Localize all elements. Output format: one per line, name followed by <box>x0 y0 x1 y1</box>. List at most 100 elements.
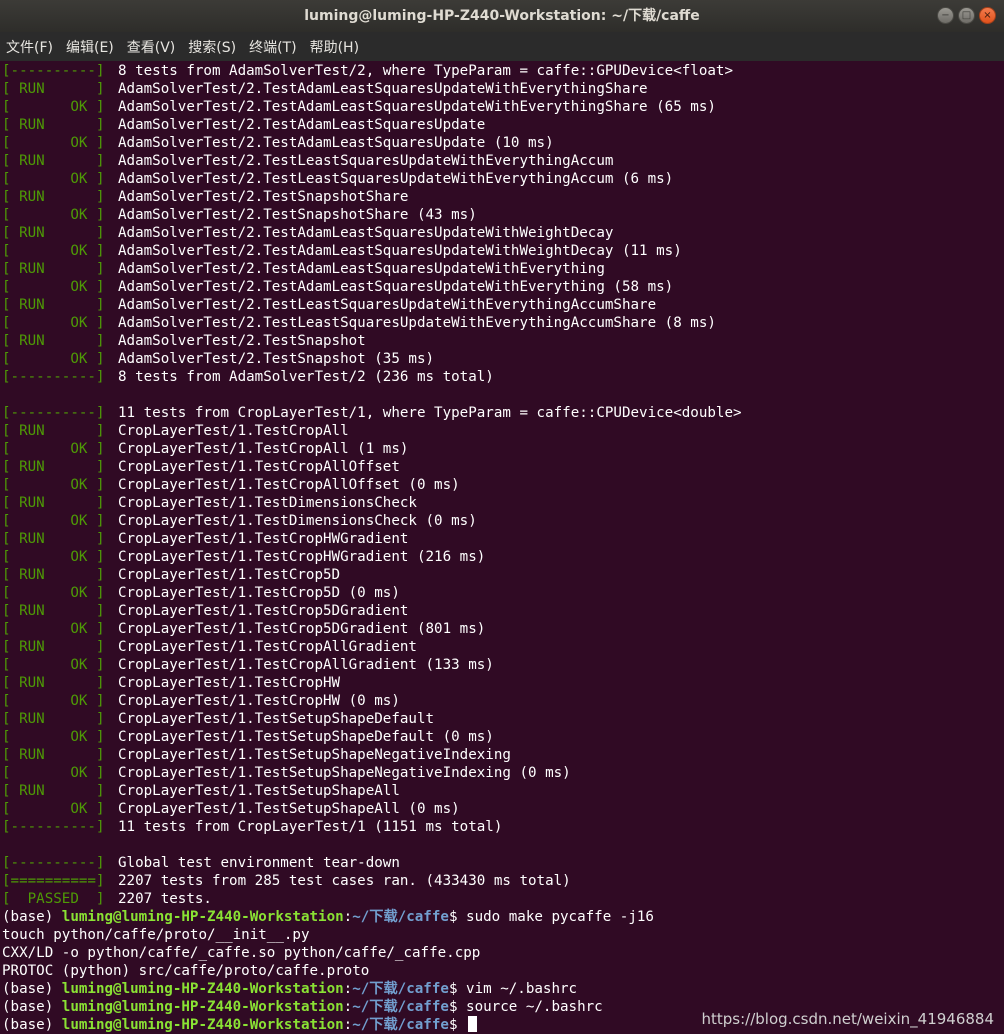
prompt-separator: : <box>343 981 353 997</box>
window-controls: − □ × <box>937 7 996 24</box>
terminal-line: [ OK ] CropLayerTest/1.TestCropAllOffset … <box>0 476 1004 494</box>
test-status-tag: [ OK ] <box>2 477 105 493</box>
test-message: CropLayerTest/1.TestDimensionsCheck (0 m… <box>118 513 477 529</box>
test-status-tag: [ RUN ] <box>2 675 105 691</box>
test-message: 2207 tests. <box>118 891 212 907</box>
menu-file[interactable]: 文件(F) <box>6 37 53 57</box>
test-status-tag: [ RUN ] <box>2 153 105 169</box>
title-bar[interactable]: luming@luming-HP-Z440-Workstation: ~/下载/… <box>0 0 1004 32</box>
prompt-dollar: $ <box>448 981 467 997</box>
terminal-line: [ OK ] AdamSolverTest/2.TestAdamLeastSqua… <box>0 278 1004 296</box>
terminal-line: [ RUN ] CropLayerTest/1.TestCropAll <box>0 422 1004 440</box>
prompt-separator: : <box>343 999 353 1015</box>
test-message: AdamSolverTest/2.TestLeastSquaresUpdateW… <box>118 315 716 331</box>
terminal-line: [ RUN ] CropLayerTest/1.TestSetupShapeNeg… <box>0 746 1004 764</box>
terminal-line: [ RUN ] AdamSolverTest/2.TestLeastSquares… <box>0 296 1004 314</box>
test-message: AdamSolverTest/2.TestLeastSquaresUpdateW… <box>118 153 614 169</box>
terminal-line: [ RUN ] AdamSolverTest/2.TestAdamLeastSqu… <box>0 260 1004 278</box>
test-status-tag: [ RUN ] <box>2 531 105 547</box>
test-status-tag: [ PASSED ] <box>2 891 105 907</box>
test-message: CropLayerTest/1.TestCropAllOffset <box>118 459 400 475</box>
terminal-line: [ RUN ] CropLayerTest/1.TestSetupShapeDef… <box>0 710 1004 728</box>
terminal-window: luming@luming-HP-Z440-Workstation: ~/下载/… <box>0 0 1004 1034</box>
terminal-line: [ RUN ] CropLayerTest/1.TestCrop5DGradien… <box>0 602 1004 620</box>
test-status-tag: [ RUN ] <box>2 639 105 655</box>
terminal-output[interactable]: [----------] 8 tests from AdamSolverTest/… <box>0 62 1004 1034</box>
terminal-line: [----------] 8 tests from AdamSolverTest/… <box>0 62 1004 80</box>
test-status-tag: [ OK ] <box>2 801 105 817</box>
test-status-tag: [ OK ] <box>2 441 105 457</box>
test-status-tag: [ RUN ] <box>2 567 105 583</box>
prompt-path: ~/下载/caffe <box>352 981 449 997</box>
close-icon: × <box>983 10 992 21</box>
prompt-dollar: $ <box>448 1017 467 1033</box>
menu-help[interactable]: 帮助(H) <box>310 37 359 57</box>
test-status-tag: [----------] <box>2 819 105 835</box>
test-message: CropLayerTest/1.TestCropHWGradient (216 … <box>118 549 486 565</box>
terminal-line: [ RUN ] CropLayerTest/1.TestCropAllOffset <box>0 458 1004 476</box>
shell-line: touch python/caffe/proto/__init__.py <box>0 926 1004 944</box>
prompt-path: ~/下载/caffe <box>352 1017 449 1033</box>
test-message: CropLayerTest/1.TestSetupShapeNegativeIn… <box>118 747 511 763</box>
terminal-line: [ OK ] CropLayerTest/1.TestSetupShapeNega… <box>0 764 1004 782</box>
test-status-tag: [ RUN ] <box>2 747 105 763</box>
prompt-user: luming@luming-HP-Z440-Workstation <box>61 1017 344 1033</box>
test-message: AdamSolverTest/2.TestAdamLeastSquaresUpd… <box>118 225 614 241</box>
test-status-tag: [----------] <box>2 63 105 79</box>
terminal-line: [ OK ] CropLayerTest/1.TestCrop5D (0 ms) <box>0 584 1004 602</box>
terminal-line: [ RUN ] AdamSolverTest/2.TestSnapshotShar… <box>0 188 1004 206</box>
terminal-line: [ OK ] AdamSolverTest/2.TestAdamLeastSqua… <box>0 134 1004 152</box>
shell-command: sudo make pycaffe -j16 <box>466 909 654 925</box>
terminal-line: [ OK ] CropLayerTest/1.TestCrop5DGradient… <box>0 620 1004 638</box>
test-status-tag: [ RUN ] <box>2 225 105 241</box>
test-status-tag: [ OK ] <box>2 207 105 223</box>
test-message: CropLayerTest/1.TestSetupShapeAll (0 ms) <box>118 801 460 817</box>
terminal-cursor <box>468 1016 478 1032</box>
test-status-tag: [----------] <box>2 369 105 385</box>
test-message: AdamSolverTest/2.TestAdamLeastSquaresUpd… <box>118 243 682 259</box>
terminal-line: [ OK ] CropLayerTest/1.TestCropAll (1 ms) <box>0 440 1004 458</box>
test-status-tag: [----------] <box>2 405 105 421</box>
test-status-tag: [ OK ] <box>2 585 105 601</box>
prompt-env: (base) <box>2 999 62 1015</box>
test-message: CropLayerTest/1.TestSetupShapeAll <box>118 783 400 799</box>
shell-output: PROTOC (python) src/caffe/proto/caffe.pr… <box>2 963 370 979</box>
test-status-tag: [ OK ] <box>2 765 105 781</box>
terminal-line: [ OK ] AdamSolverTest/2.TestSnapshotShare… <box>0 206 1004 224</box>
test-status-tag: [ RUN ] <box>2 81 105 97</box>
menu-edit[interactable]: 编辑(E) <box>66 37 114 57</box>
test-status-tag: [ OK ] <box>2 135 105 151</box>
watermark: https://blog.csdn.net/weixin_41946884 <box>701 1010 994 1028</box>
test-status-tag: [ OK ] <box>2 549 105 565</box>
terminal-line: [ OK ] CropLayerTest/1.TestDimensionsChec… <box>0 512 1004 530</box>
test-message: AdamSolverTest/2.TestSnapshot <box>118 333 366 349</box>
minimize-button[interactable]: − <box>937 7 954 24</box>
test-message: 11 tests from CropLayerTest/1 (1151 ms t… <box>118 819 503 835</box>
test-message: AdamSolverTest/2.TestLeastSquaresUpdateW… <box>118 171 674 187</box>
test-message: CropLayerTest/1.TestCrop5D <box>118 567 341 583</box>
terminal-line: [ OK ] AdamSolverTest/2.TestSnapshot (35 … <box>0 350 1004 368</box>
terminal-line: [ OK ] CropLayerTest/1.TestCropHW (0 ms) <box>0 692 1004 710</box>
test-status-tag: [ OK ] <box>2 99 105 115</box>
menu-bar: 文件(F) 编辑(E) 查看(V) 搜索(S) 终端(T) 帮助(H) <box>0 32 1004 61</box>
close-button[interactable]: × <box>979 7 996 24</box>
test-message: CropLayerTest/1.TestCropHW (0 ms) <box>118 693 400 709</box>
terminal-line: [ OK ] AdamSolverTest/2.TestLeastSquaresU… <box>0 170 1004 188</box>
shell-line: CXX/LD -o python/caffe/_caffe.so python/… <box>0 944 1004 962</box>
shell-command: vim ~/.bashrc <box>466 981 578 997</box>
test-message: CropLayerTest/1.TestCropAll <box>118 423 349 439</box>
prompt-env: (base) <box>2 909 62 925</box>
test-message: CropLayerTest/1.TestCropAllGradient <box>118 639 417 655</box>
test-message: CropLayerTest/1.TestSetupShapeDefault <box>118 711 435 727</box>
maximize-button[interactable]: □ <box>958 7 975 24</box>
test-message: CropLayerTest/1.TestCropHWGradient <box>118 531 409 547</box>
test-message: CropLayerTest/1.TestCropAll (1 ms) <box>118 441 409 457</box>
menu-terminal[interactable]: 终端(T) <box>249 37 296 57</box>
shell-line: (base) luming@luming-HP-Z440-Workstation… <box>0 908 1004 926</box>
prompt-user: luming@luming-HP-Z440-Workstation <box>61 981 344 997</box>
test-message: CropLayerTest/1.TestCrop5D (0 ms) <box>118 585 400 601</box>
shell-output: CXX/LD -o python/caffe/_caffe.so python/… <box>2 945 481 961</box>
menu-search[interactable]: 搜索(S) <box>188 37 236 57</box>
menu-view[interactable]: 查看(V) <box>127 37 176 57</box>
test-message: AdamSolverTest/2.TestSnapshot (35 ms) <box>118 351 435 367</box>
